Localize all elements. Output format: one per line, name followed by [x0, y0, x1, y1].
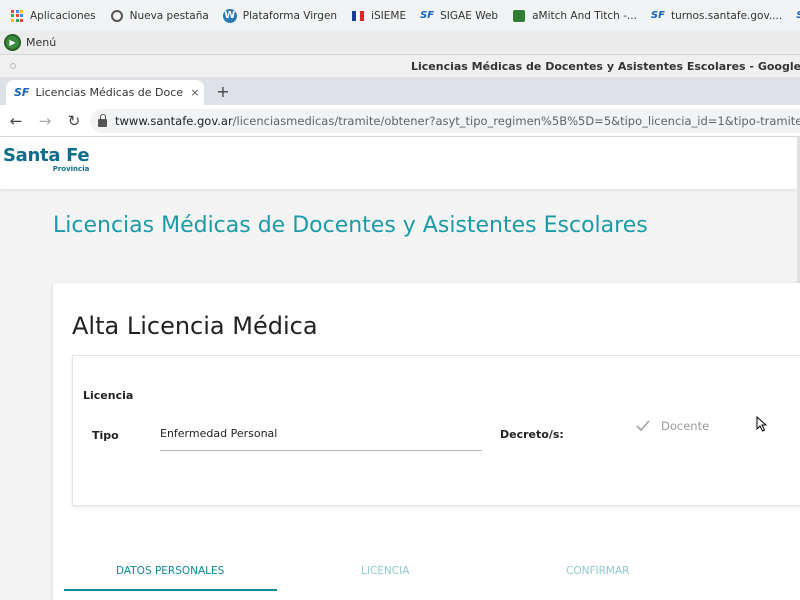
bookmark-label: turnos.santafe.gov....	[670, 9, 783, 22]
tab-label: Licencias Médicas de Doce	[35, 86, 184, 99]
decreto-label: Decreto/s:	[500, 428, 564, 441]
close-icon[interactable]: ×	[186, 86, 204, 99]
check-icon	[636, 420, 650, 432]
logo-sub-text: Provincia	[52, 165, 90, 173]
tipo-field[interactable]: Enfermedad Personal	[160, 425, 482, 451]
browser-tab[interactable]: SF Licencias Médicas de Doce ×	[6, 80, 204, 105]
bookmark-isieme[interactable]: iSIEME	[351, 9, 406, 23]
section-label: Licencia	[83, 389, 134, 402]
globe-icon	[110, 9, 124, 23]
address-bar: ← → ↻ twww.santafe.gov.ar/licenciasmedic…	[0, 105, 800, 137]
bookmark-expedientes[interactable]: SF expedientes	[796, 9, 800, 23]
window-titlebar: Licencias Médicas de Docentes y Asistent…	[0, 55, 800, 77]
licencia-section: Licencia Tipo Enfermedad Personal Decret…	[72, 355, 800, 506]
apps-grid-icon	[10, 9, 24, 23]
decreto-option-label: Docente	[661, 419, 710, 433]
site-header: Santa Fe Provincia	[0, 137, 800, 190]
decreto-option-docente[interactable]: Docente	[635, 418, 709, 434]
bookmark-label: aMitch And Titch -...	[532, 9, 637, 22]
active-step-underline	[64, 589, 277, 591]
lock-icon	[98, 113, 107, 127]
tab-favicon-icon: SF	[14, 86, 30, 99]
sf-icon: SF	[420, 10, 435, 21]
form-stepper: DATOS PERSONALES LICENCIA CONFIRMAR	[53, 555, 800, 595]
menu-logo-icon[interactable]: ▶	[4, 34, 21, 51]
mouse-cursor-icon	[756, 416, 768, 432]
amitch-icon	[512, 9, 526, 23]
bookmark-label: iSIEME	[371, 9, 407, 22]
reload-icon[interactable]: ↻	[61, 108, 87, 134]
step-licencia[interactable]: LICENCIA	[361, 565, 409, 577]
bookmark-label: Aplicaciones	[30, 9, 96, 22]
bookmark-turnos[interactable]: SF turnos.santafe.gov....	[651, 9, 782, 23]
tipo-label: Tipo	[92, 429, 119, 442]
menu-bar: ▶ Menú	[0, 31, 800, 55]
bookmarks-bar: Aplicaciones Nueva pestaña W Plataforma …	[0, 0, 800, 31]
step-confirmar[interactable]: CONFIRMAR	[566, 565, 629, 577]
bookmark-label: Nueva pestaña	[129, 9, 209, 22]
bookmark-nueva-pestana[interactable]: Nueva pestaña	[110, 9, 209, 23]
flag-icon	[351, 9, 365, 23]
card-title: Alta Licencia Médica	[72, 312, 318, 340]
forward-arrow-icon[interactable]: →	[32, 108, 58, 134]
menu-label[interactable]: Menú	[26, 36, 56, 49]
sf-icon: SF	[650, 10, 665, 21]
bookmark-sigae-web[interactable]: SF SIGAE Web	[420, 9, 498, 23]
window-dot-icon	[10, 63, 16, 69]
url-path: /licenciasmedicas/tramite/obtener?asyt_t…	[232, 114, 800, 128]
bookmark-amitch[interactable]: aMitch And Titch -...	[512, 9, 637, 23]
window-title: Licencias Médicas de Docentes y Asistent…	[411, 59, 800, 73]
tab-strip: SF Licencias Médicas de Doce × +	[0, 77, 800, 105]
bookmark-plataforma-virgen[interactable]: W Plataforma Virgen	[222, 8, 338, 23]
logo-main-text: Santa Fe	[3, 145, 90, 166]
wordpress-icon: W	[222, 8, 237, 23]
bookmark-aplicaciones[interactable]: Aplicaciones	[10, 9, 96, 23]
santa-fe-logo[interactable]: Santa Fe Provincia	[3, 145, 90, 173]
form-card: Alta Licencia Médica Licencia Tipo Enfer…	[53, 283, 800, 600]
sf-icon: SF	[796, 9, 800, 23]
url-host: twww.santafe.gov.ar	[115, 114, 233, 128]
page-title: Licencias Médicas de Docentes y Asistent…	[53, 213, 648, 238]
url-input[interactable]: twww.santafe.gov.ar/licenciasmedicas/tra…	[90, 109, 800, 133]
step-datos-personales[interactable]: DATOS PERSONALES	[116, 565, 224, 577]
new-tab-button[interactable]: +	[212, 80, 234, 102]
bookmark-label: Plataforma Virgen	[242, 9, 338, 22]
bookmark-label: SIGAE Web	[440, 9, 499, 22]
back-arrow-icon[interactable]: ←	[3, 108, 29, 134]
